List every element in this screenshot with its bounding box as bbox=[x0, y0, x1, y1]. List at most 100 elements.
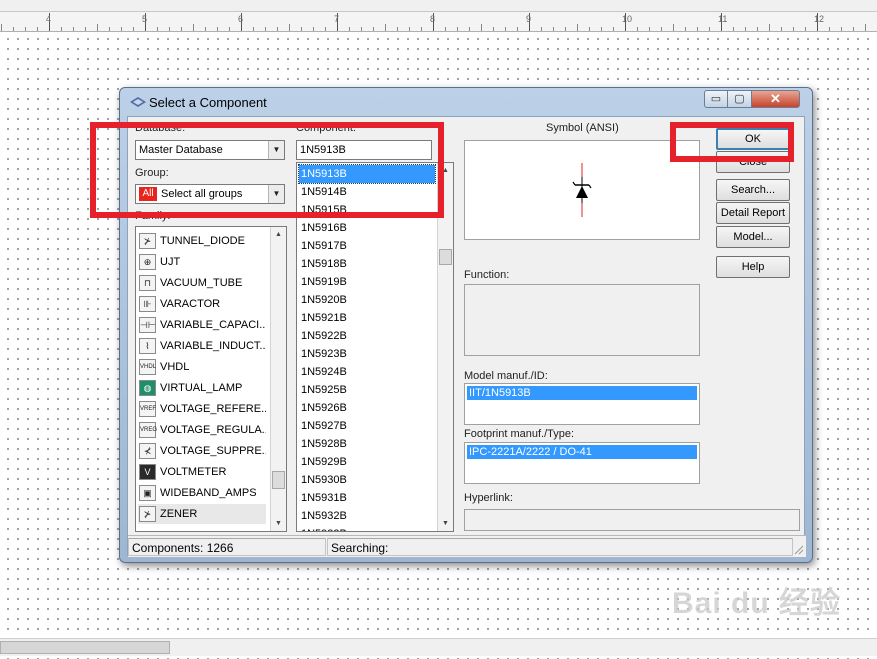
annotation-box-ok bbox=[670, 122, 794, 162]
family-item[interactable]: ⊁ TUNNEL_DIODE bbox=[138, 231, 266, 251]
family-item[interactable]: ⊓ VACUUM_TUBE bbox=[138, 273, 266, 293]
minimize-button[interactable]: ▭ bbox=[704, 90, 728, 108]
component-item[interactable]: 1N5926B bbox=[299, 399, 435, 417]
ruler-minor-tick bbox=[841, 27, 842, 31]
footprint-selected-row[interactable]: IPC-2221A/2222 / DO-41 bbox=[467, 445, 697, 459]
family-item[interactable]: ◍ VIRTUAL_LAMP bbox=[138, 378, 266, 398]
component-item[interactable]: 1N5924B bbox=[299, 363, 435, 381]
help-button[interactable]: Help bbox=[716, 256, 790, 278]
component-item[interactable]: 1N5921B bbox=[299, 309, 435, 327]
footprint-list[interactable]: IPC-2221A/2222 / DO-41 bbox=[464, 442, 700, 484]
scroll-up-icon[interactable]: ▲ bbox=[271, 227, 286, 242]
component-item[interactable]: 1N5927B bbox=[299, 417, 435, 435]
family-item[interactable]: ⊕ UJT bbox=[138, 252, 266, 272]
component-list-scrollbar[interactable]: ▲ ▼ bbox=[437, 163, 453, 531]
ruler-minor-tick bbox=[385, 24, 386, 31]
zener-diode-symbol-icon bbox=[572, 163, 592, 217]
component-item[interactable]: 1N5925B bbox=[299, 381, 435, 399]
model-list[interactable]: IIT/1N5913B bbox=[464, 383, 700, 425]
ruler-number: 11 bbox=[718, 14, 728, 24]
family-icon: VHDL bbox=[139, 359, 156, 375]
ruler-minor-tick bbox=[217, 27, 218, 31]
component-item[interactable]: 1N5930B bbox=[299, 471, 435, 489]
ruler-minor-tick bbox=[565, 27, 566, 31]
footprint-label: Footprint manuf./Type: bbox=[464, 428, 575, 440]
ruler-minor-tick bbox=[781, 27, 782, 31]
component-item[interactable]: 1N5931B bbox=[299, 489, 435, 507]
family-scroll-thumb[interactable] bbox=[272, 471, 285, 489]
ruler-minor-tick bbox=[673, 24, 674, 31]
family-list[interactable]: ⊁ ZENER ▣ WIDEBAND_AMPS V VOLTMETER ⊀ VOLTAGE_S… bbox=[135, 226, 287, 532]
ruler-minor-tick bbox=[541, 27, 542, 31]
ruler-minor-tick bbox=[157, 27, 158, 31]
family-item[interactable]: ⊣⊢ VARIABLE_CAPACI... bbox=[138, 315, 266, 335]
scroll-down-icon[interactable]: ▼ bbox=[271, 516, 286, 531]
ruler-minor-tick bbox=[445, 27, 446, 31]
family-item[interactable]: VREG VOLTAGE_REGULA... bbox=[138, 420, 266, 440]
component-item[interactable]: 1N5918B bbox=[299, 255, 435, 273]
component-item[interactable]: 1N5932B bbox=[299, 507, 435, 525]
detail-report-button[interactable]: Detail Report bbox=[716, 202, 790, 224]
hyperlink-field[interactable] bbox=[464, 509, 800, 531]
component-item[interactable]: 1N5933B bbox=[299, 525, 435, 531]
family-item[interactable]: ⊪ VARACTOR bbox=[138, 294, 266, 314]
family-item-label: VARACTOR bbox=[160, 298, 221, 310]
component-item[interactable]: 1N5923B bbox=[299, 345, 435, 363]
ruler-minor-tick bbox=[169, 27, 170, 31]
ruler-number: 9 bbox=[526, 14, 532, 24]
ruler-minor-tick bbox=[349, 27, 350, 31]
family-item[interactable]: VREF VOLTAGE_REFERE... bbox=[138, 399, 266, 419]
ruler-number: 5 bbox=[142, 14, 148, 24]
ruler-minor-tick bbox=[613, 27, 614, 31]
model-button[interactable]: Model... bbox=[716, 226, 790, 248]
component-item[interactable]: 1N5916B bbox=[299, 219, 435, 237]
component-item[interactable]: 1N5929B bbox=[299, 453, 435, 471]
function-label: Function: bbox=[464, 269, 510, 281]
family-icon: ⊀ bbox=[139, 443, 156, 459]
component-item[interactable]: 1N5922B bbox=[299, 327, 435, 345]
ruler-minor-tick bbox=[697, 27, 698, 31]
ruler-minor-tick bbox=[457, 27, 458, 31]
searching-status: Searching: bbox=[327, 538, 793, 556]
function-box bbox=[464, 284, 700, 356]
component-item[interactable]: 1N5919B bbox=[299, 273, 435, 291]
ruler-minor-tick bbox=[757, 27, 758, 31]
family-list-scrollbar[interactable]: ▲ ▼ bbox=[270, 227, 286, 531]
maximize-button[interactable]: ▢ bbox=[727, 90, 752, 108]
component-scroll-thumb[interactable] bbox=[439, 249, 452, 265]
family-item[interactable]: ▣ WIDEBAND_AMPS bbox=[138, 483, 266, 503]
family-item[interactable]: ⊁ ZENER bbox=[138, 504, 266, 524]
ruler-minor-tick bbox=[733, 27, 734, 31]
scroll-down-icon[interactable]: ▼ bbox=[438, 516, 453, 531]
ruler-minor-tick bbox=[361, 27, 362, 31]
family-item-label: VARIABLE_INDUCT... bbox=[160, 340, 266, 352]
ruler-minor-tick bbox=[229, 27, 230, 31]
model-selected-row[interactable]: IIT/1N5913B bbox=[467, 386, 697, 400]
family-item[interactable]: ⊀ VOLTAGE_SUPPRE... bbox=[138, 441, 266, 461]
watermark-text: Bai du 经验 bbox=[672, 587, 842, 620]
search-button[interactable]: Search... bbox=[716, 179, 790, 201]
dialog-app-icon bbox=[130, 97, 146, 107]
family-item[interactable]: VHDL VHDL bbox=[138, 357, 266, 377]
watermark: Bai du 经验 bbox=[672, 578, 841, 622]
family-icon: ⊓ bbox=[139, 275, 156, 291]
component-item[interactable]: 1N5920B bbox=[299, 291, 435, 309]
ruler-minor-tick bbox=[577, 24, 578, 31]
ruler-number: 7 bbox=[334, 14, 340, 24]
ruler-minor-tick bbox=[517, 27, 518, 31]
dialog-titlebar[interactable]: Select a Component ▭ ▢ ✕ bbox=[120, 88, 812, 116]
dialog-title: Select a Component bbox=[149, 95, 267, 110]
family-item[interactable]: V VOLTMETER bbox=[138, 462, 266, 482]
family-item-label: VOLTAGE_REGULA... bbox=[160, 424, 266, 436]
resize-grip-icon[interactable] bbox=[792, 543, 804, 555]
close-window-button[interactable]: ✕ bbox=[751, 90, 800, 108]
horizontal-scrollbar-thumb[interactable] bbox=[0, 641, 170, 654]
family-item-label: ZENER bbox=[160, 508, 198, 520]
component-item[interactable]: 1N5917B bbox=[299, 237, 435, 255]
ruler-minor-tick bbox=[193, 24, 194, 31]
horizontal-scrollbar[interactable] bbox=[0, 638, 877, 656]
ruler-minor-tick bbox=[553, 27, 554, 31]
component-item[interactable]: 1N5928B bbox=[299, 435, 435, 453]
ruler-minor-tick bbox=[13, 27, 14, 31]
family-item[interactable]: ⌇ VARIABLE_INDUCT... bbox=[138, 336, 266, 356]
